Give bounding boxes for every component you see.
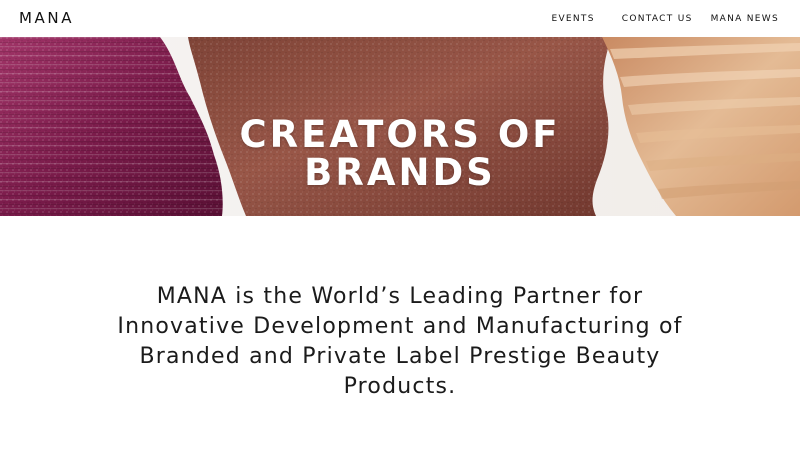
main-nav: EVENTS CONTACT US MANA NEWS [551,14,779,25]
hero-title: CREATORS OF BRANDS [0,112,800,194]
nav-events[interactable]: EVENTS [551,14,594,25]
nav-contact-us[interactable]: CONTACT US [622,14,693,25]
intro-line-1: MANA is the World’s Leading Partner for [156,284,644,309]
intro-line-3: Branded and Private Label Prestige Beaut… [139,344,661,369]
logo[interactable]: MANA [19,9,74,27]
site-header: MANA EVENTS CONTACT US MANA NEWS [0,0,800,37]
hero-title-line-1: CREATORS OF [239,112,561,156]
hero-title-line-2: BRANDS [304,150,496,194]
intro-statement: MANA is the World’s Leading Partner for … [40,282,760,402]
page: MANA EVENTS CONTACT US MANA NEWS CREATOR… [0,0,800,450]
intro-line-2: Innovative Development and Manufacturing… [117,314,683,339]
hero-banner: CREATORS OF BRANDS [0,37,800,216]
intro-line-4: Products. [343,374,457,399]
nav-mana-news[interactable]: MANA NEWS [711,14,779,25]
